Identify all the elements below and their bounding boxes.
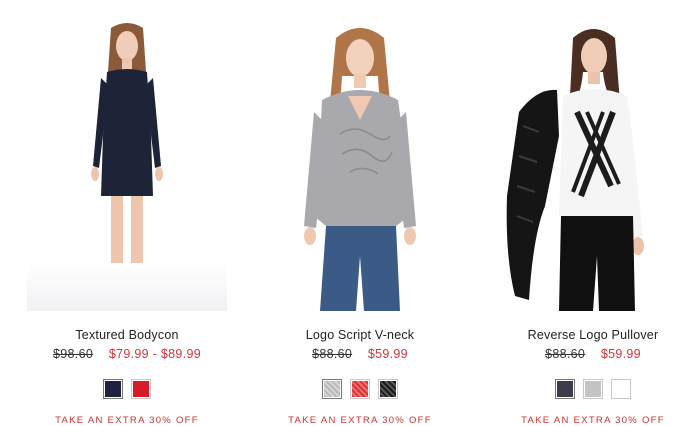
promo-text: TAKE AN EXTRA 30% OFF	[521, 415, 665, 426]
swatch-red[interactable]	[131, 379, 151, 399]
product-card[interactable]: Textured Bodycon $98.60 $79.99 - $89.99 …	[22, 0, 232, 426]
original-price: $88.60	[312, 347, 353, 361]
model-in-navy-dress-illustration	[91, 23, 163, 304]
sale-price: $59.99	[600, 347, 641, 361]
product-card[interactable]: Logo Script V-neck $88.60 $59.99 TAKE AN…	[255, 0, 465, 426]
product-prices: $98.60 $79.99 - $89.99	[22, 347, 232, 361]
model-with-leather-jacket-illustration	[506, 29, 644, 311]
product-image[interactable]	[27, 16, 227, 311]
product-title[interactable]: Textured Bodycon	[22, 328, 232, 342]
original-price: $98.60	[53, 347, 94, 361]
product-prices: $88.60 $59.99	[488, 347, 698, 361]
color-swatches	[255, 379, 465, 399]
swatch-navy[interactable]	[103, 379, 123, 399]
sale-price: $79.99 - $89.99	[108, 347, 201, 361]
product-image[interactable]	[260, 16, 460, 311]
product-grid: Textured Bodycon $98.60 $79.99 - $89.99 …	[0, 0, 700, 426]
product-title[interactable]: Logo Script V-neck	[255, 328, 465, 342]
sale-price: $59.99	[367, 347, 408, 361]
product-image[interactable]	[493, 16, 693, 311]
swatch-white[interactable]	[611, 379, 631, 399]
swatch-charcoal[interactable]	[555, 379, 575, 399]
swatch-black-pattern[interactable]	[378, 379, 398, 399]
product-title[interactable]: Reverse Logo Pullover	[488, 328, 698, 342]
swatch-light-grey[interactable]	[583, 379, 603, 399]
product-prices: $88.60 $59.99	[255, 347, 465, 361]
promo-text: TAKE AN EXTRA 30% OFF	[55, 415, 199, 426]
color-swatches	[488, 379, 698, 399]
swatch-red-pattern[interactable]	[350, 379, 370, 399]
original-price: $88.60	[545, 347, 586, 361]
swatch-heather-grey[interactable]	[322, 379, 342, 399]
color-swatches	[22, 379, 232, 399]
model-in-grey-sweater-illustration	[304, 28, 416, 311]
promo-text: TAKE AN EXTRA 30% OFF	[288, 415, 432, 426]
product-card[interactable]: Reverse Logo Pullover $88.60 $59.99 TAKE…	[488, 0, 698, 426]
